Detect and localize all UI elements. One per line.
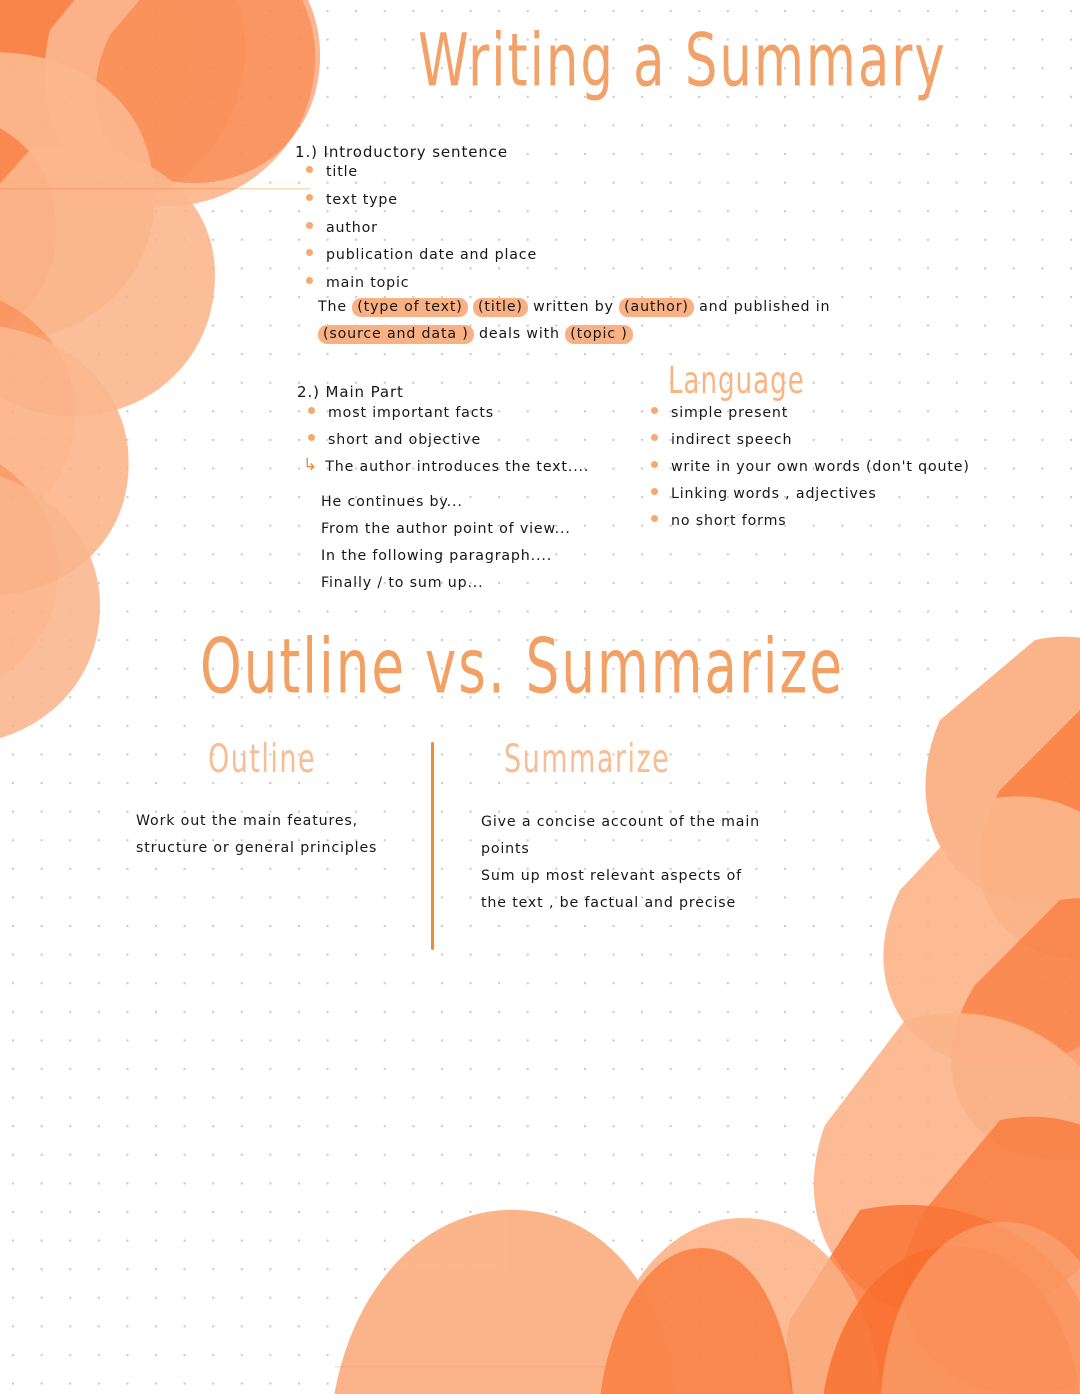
bullet-dot-icon bbox=[306, 221, 313, 229]
bullet-dot-icon bbox=[651, 514, 658, 522]
page-title: Writing a Summary bbox=[418, 18, 947, 104]
summary-template-line-1: The (type of text) (title) written by (a… bbox=[318, 298, 831, 317]
section-one-bullet-4: publication date and place bbox=[306, 247, 537, 263]
summary-template-line-2: (source and data ) deals with (topic ) bbox=[318, 325, 633, 344]
bullet-dot-icon bbox=[306, 248, 313, 256]
summarize-text-line-2: points bbox=[481, 841, 530, 857]
section-two-phrase-2: He continues by... bbox=[321, 494, 463, 510]
section-two-bullet-2: short and objective bbox=[308, 432, 481, 448]
bullet-dot-icon bbox=[306, 165, 313, 173]
bullet-label: publication date and place bbox=[326, 247, 538, 263]
section-one-heading: 1.) Introductory sentence bbox=[295, 143, 509, 161]
bullet-dot-icon bbox=[308, 433, 315, 441]
section-one-bullet-5: main topic bbox=[306, 275, 409, 291]
bullet-label: no short forms bbox=[671, 513, 787, 529]
section-one-bullet-3: author bbox=[306, 220, 378, 236]
section-two-phrase-1: ↳ The author introduces the text.... bbox=[303, 455, 590, 475]
section-one-bullet-2: text type bbox=[306, 192, 398, 208]
bullet-label: title bbox=[326, 164, 358, 180]
bullet-dot-icon bbox=[306, 193, 313, 201]
section-two-phrase-3: From the author point of view... bbox=[321, 521, 571, 537]
language-bullet-3: write in your own words (don't qoute) bbox=[651, 459, 970, 475]
summarize-text-line-4: the text , be factual and precise bbox=[481, 895, 737, 911]
notes-content: Writing a Summary 1.) Introductory sente… bbox=[0, 0, 1080, 1394]
bullet-label: text type bbox=[326, 192, 398, 208]
language-bullet-2: indirect speech bbox=[651, 432, 792, 448]
bullet-dot-icon bbox=[651, 487, 658, 495]
section-one-bullet-1: title bbox=[306, 164, 358, 180]
placeholder-chip: (source and data ) bbox=[318, 325, 474, 344]
language-heading: Language bbox=[668, 358, 805, 402]
language-bullet-5: no short forms bbox=[651, 513, 787, 529]
template-text: written by bbox=[527, 299, 620, 315]
outline-text-line-2: structure or general principles bbox=[136, 840, 378, 856]
template-text: deals with bbox=[473, 326, 566, 342]
bullet-label: main topic bbox=[326, 275, 410, 291]
template-text: The bbox=[318, 299, 353, 315]
section-two-heading: 2.) Main Part bbox=[297, 383, 404, 401]
bullet-dot-icon bbox=[308, 406, 315, 414]
summarize-text-line-1: Give a concise account of the main bbox=[481, 814, 760, 830]
section-two-bullet-1: most important facts bbox=[308, 405, 494, 421]
phrase-label: The author introduces the text.... bbox=[325, 458, 590, 475]
bullet-dot-icon bbox=[651, 433, 658, 441]
summarize-text-line-3: Sum up most relevant aspects of bbox=[481, 868, 742, 884]
template-text: and published in bbox=[693, 299, 831, 315]
placeholder-chip: (author) bbox=[619, 298, 694, 317]
outline-heading: Outline bbox=[208, 736, 317, 783]
bullet-label: Linking words , adjectives bbox=[671, 486, 877, 502]
comparison-title: Outline vs. Summarize bbox=[200, 622, 845, 711]
bullet-label: author bbox=[326, 220, 378, 236]
placeholder-chip: (type of text) bbox=[352, 298, 468, 317]
notes-page: Writing a Summary 1.) Introductory sente… bbox=[0, 0, 1080, 1394]
language-bullet-1: simple present bbox=[651, 405, 788, 421]
section-two-phrase-4: In the following paragraph.... bbox=[321, 548, 553, 564]
bullet-label: write in your own words (don't qoute) bbox=[671, 459, 970, 475]
bullet-dot-icon bbox=[306, 276, 313, 284]
summarize-heading: Summarize bbox=[504, 736, 671, 783]
language-bullet-4: Linking words , adjectives bbox=[651, 486, 877, 502]
bullet-label: short and objective bbox=[328, 432, 482, 448]
bullet-label: most important facts bbox=[328, 405, 495, 421]
bullet-dot-icon bbox=[651, 460, 658, 468]
bullet-label: simple present bbox=[671, 405, 789, 421]
section-two-phrase-5: Finally / to sum up... bbox=[321, 575, 484, 591]
bullet-dot-icon bbox=[651, 406, 658, 414]
corner-arrow-icon: ↳ bbox=[303, 455, 318, 475]
comparison-divider bbox=[431, 742, 434, 950]
placeholder-chip: (title) bbox=[473, 298, 528, 317]
outline-text-line-1: Work out the main features, bbox=[136, 813, 359, 829]
bullet-label: indirect speech bbox=[671, 432, 793, 448]
placeholder-chip: (topic ) bbox=[565, 325, 633, 344]
